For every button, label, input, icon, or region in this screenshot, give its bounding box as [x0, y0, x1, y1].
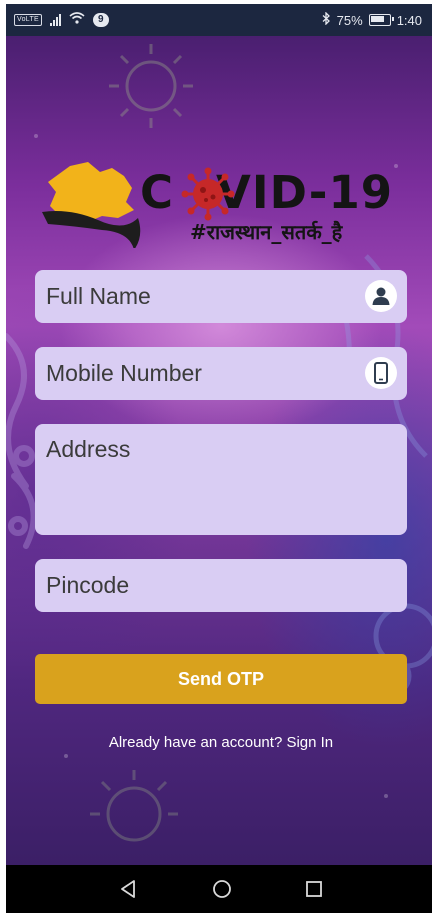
- pincode-input[interactable]: [46, 571, 346, 599]
- phone-frame: VoLTE 9 75% 1:40 C VID-19 #राजस्थान_सतर्…: [6, 4, 432, 913]
- status-right: 75% 1:40: [322, 11, 422, 28]
- logo-title-left: C: [140, 166, 175, 219]
- person-icon: [365, 280, 397, 312]
- rajasthan-map-icon: [42, 162, 141, 248]
- status-left: VoLTE 9: [14, 12, 109, 27]
- wifi-icon: [69, 12, 85, 27]
- volte-indicator: VoLTE: [14, 13, 42, 26]
- mobile-number-input[interactable]: [46, 359, 346, 387]
- status-bar: VoLTE 9 75% 1:40: [6, 4, 432, 36]
- back-icon[interactable]: [116, 877, 140, 901]
- covid19-logo: C VID-19 #राजस्थान_सतर्क_है: [40, 154, 393, 254]
- battery-percent: 75%: [336, 12, 363, 28]
- clock: 1:40: [396, 12, 422, 28]
- mobile-number-field: [35, 347, 407, 400]
- full-name-field: [35, 270, 407, 323]
- address-field: [35, 424, 407, 535]
- navigation-bar: [6, 865, 432, 913]
- registration-screen: C VID-19 #राजस्थान_सतर्क_है Full Name Mo…: [6, 36, 432, 865]
- battery-icon: [368, 14, 394, 26]
- sign-in-prompt: Already have an account? Sign In: [6, 734, 432, 751]
- send-otp-button[interactable]: Send OTP: [35, 654, 407, 704]
- sign-in-prompt-text: Already have an account?: [108, 734, 283, 751]
- logo-title-right: VID-19: [216, 166, 394, 219]
- address-input[interactable]: [46, 436, 346, 516]
- bluetooth-icon: [322, 11, 331, 28]
- coronavirus-icon: [181, 167, 235, 221]
- recents-icon[interactable]: [302, 877, 326, 901]
- pincode-field: [35, 559, 407, 612]
- logo-tagline: #राजस्थान_सतर्क_है: [190, 220, 343, 244]
- notification-badge: 9: [93, 12, 109, 27]
- logo-title: C VID-19: [140, 168, 393, 218]
- sign-in-link[interactable]: Sign In: [286, 734, 333, 751]
- full-name-input[interactable]: [46, 282, 346, 310]
- signal-icon: [50, 13, 61, 26]
- mobile-phone-icon: [365, 357, 397, 389]
- home-icon[interactable]: [210, 877, 234, 901]
